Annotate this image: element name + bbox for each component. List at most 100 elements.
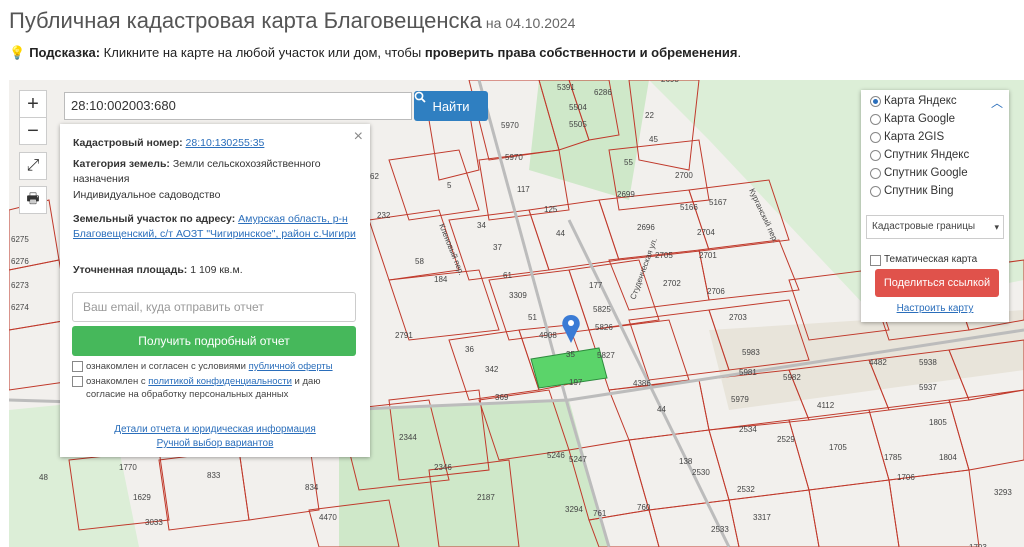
parcel-number-label: 5938 [919, 358, 937, 367]
parcel-number-label: 5166 [680, 203, 698, 212]
parcel-number-label: 3317 [753, 513, 771, 522]
cadastral-number-link[interactable]: 28:10:130255:35 [186, 137, 265, 149]
privacy-consent-checkbox[interactable]: ознакомлен с политикой конфиденциальност… [72, 375, 358, 401]
manual-select-link[interactable]: Ручной выбор вариантов [60, 438, 370, 449]
details-link[interactable]: Детали отчета и юридическая информация [60, 424, 370, 435]
parcel-number-label: 1706 [897, 473, 915, 482]
parcel-number-label: 6275 [11, 235, 29, 244]
parcel-number-label: 6276 [11, 257, 29, 266]
chevron-up-icon[interactable]: ︿ [991, 94, 1003, 111]
layer-option-yandex-satellite[interactable]: Спутник Яндекс [870, 147, 969, 164]
parcel-number-label: 834 [305, 483, 319, 492]
parcel-number-label: 4386 [633, 379, 651, 388]
parcel-number-label: 1629 [133, 493, 151, 502]
parcel-number-label: 1770 [119, 463, 137, 472]
parcel-number-label: 5167 [709, 198, 727, 207]
parcel-number-label: 2700 [675, 171, 693, 180]
parcel-number-label: 6286 [594, 88, 612, 97]
offer-link[interactable]: публичной оферты [249, 361, 333, 372]
parcel-number-label: 6274 [11, 303, 29, 312]
parcel-number-label: 34 [477, 221, 486, 230]
checkbox-icon[interactable] [72, 361, 83, 372]
parcel-number-label: 37 [493, 243, 502, 252]
print-icon[interactable]: 🖶 [19, 186, 47, 214]
parcel-number-label: 5827 [597, 351, 615, 360]
parcel-number-label: 4112 [817, 401, 835, 410]
radio-icon[interactable] [870, 186, 881, 197]
email-field[interactable]: Ваш email, куда отправить отчет [72, 292, 356, 322]
offer-consent-checkbox[interactable]: ознакомлен и согласен с условиями публич… [72, 360, 333, 373]
parcel-number-label: 5505 [569, 120, 587, 129]
parcel-number-label: 5970 [501, 121, 519, 130]
get-report-button[interactable]: Получить подробный отчет [72, 326, 356, 356]
radio-icon[interactable] [870, 168, 881, 179]
parcel-number-label: 2791 [395, 331, 413, 340]
parcel-number-label: 1703 [969, 543, 987, 547]
checkbox-icon[interactable] [72, 376, 83, 387]
parcel-number-label: 4908 [539, 331, 557, 340]
parcel-number-label: 4482 [869, 358, 887, 367]
overlay-select[interactable]: Кадастровые границы ▾ [866, 215, 1004, 239]
search-icon [414, 91, 426, 103]
parcel-number-label: 5504 [569, 103, 587, 112]
parcel-number-label: 833 [207, 471, 221, 480]
thematic-map-checkbox[interactable]: Тематическая карта [870, 254, 977, 266]
parcel-number-label: 2701 [699, 251, 717, 260]
search-button[interactable]: Найти [414, 91, 488, 121]
checkbox-icon[interactable] [870, 255, 881, 266]
parcel-number-label: 2344 [399, 433, 417, 442]
parcel-number-label: 2696 [637, 223, 655, 232]
fullscreen-icon[interactable]: ⤢ [19, 152, 47, 180]
parcel-number-label: 5826 [595, 323, 613, 332]
page-date: на 04.10.2024 [485, 15, 576, 31]
parcel-number-label: 2702 [663, 279, 681, 288]
radio-icon[interactable] [870, 114, 881, 125]
parcel-number-label: 3293 [994, 488, 1012, 497]
map-layer-panel: ︿ Карта Яндекс Карта Google Карта 2GIS С… [861, 90, 1009, 322]
hint-text: Кликните на карте на любой участок или д… [100, 45, 425, 60]
parcel-number-label: 51 [528, 313, 537, 322]
parcel-number-label: 3309 [509, 291, 527, 300]
layer-option-google-satellite[interactable]: Спутник Google [870, 165, 968, 182]
land-category-row: Категория земель: Земли сельскохозяйстве… [73, 158, 321, 185]
parcel-number-label: 2532 [737, 485, 755, 494]
radio-icon[interactable] [870, 150, 881, 161]
parcel-number-label: 5246 [547, 451, 565, 460]
parcel-number-label: 2705 [655, 251, 673, 260]
parcel-number-label: 5982 [783, 373, 801, 382]
radio-icon[interactable] [870, 132, 881, 143]
land-use-row: Индивидуальное садоводство [73, 189, 221, 201]
cadastral-map[interactable]: 5391550455056286597059702245269355270051… [9, 80, 1024, 547]
privacy-link[interactable]: политикой конфиденциальности [148, 376, 292, 387]
parcel-number-label: 197 [569, 378, 583, 387]
layer-option-yandex-map[interactable]: Карта Яндекс [870, 93, 957, 110]
parcel-number-label: 138 [679, 457, 693, 466]
parcel-number-label: 1785 [884, 453, 902, 462]
zoom-in-button[interactable]: + [19, 90, 47, 118]
layer-option-bing-satellite[interactable]: Спутник Bing [870, 183, 954, 200]
parcel-number-label: 232 [377, 211, 391, 220]
lightbulb-icon: 💡 [9, 45, 26, 60]
parcel-number-label: 2346 [434, 463, 452, 472]
parcel-number-label: 2703 [729, 313, 747, 322]
parcel-number-label: 177 [589, 281, 603, 290]
zoom-out-button[interactable]: − [19, 117, 47, 145]
parcel-number-label: 5937 [919, 383, 937, 392]
parcel-number-label: 5 [447, 181, 452, 190]
parcel-number-label: 62 [370, 172, 379, 181]
parcel-number-label: 761 [593, 509, 607, 518]
search-input[interactable]: 28:10:002003:680 [64, 92, 412, 120]
layer-option-google-map[interactable]: Карта Google [870, 111, 955, 128]
parcel-number-label: 342 [485, 365, 499, 374]
radio-icon[interactable] [870, 96, 881, 107]
parcel-number-label: 117 [517, 185, 530, 194]
page-title: Публичная кадастровая карта Благовещенск… [9, 8, 576, 33]
parcel-number-label: 5983 [742, 348, 760, 357]
configure-map-link[interactable]: Настроить карту [861, 303, 1009, 314]
parcel-number-label: 6273 [11, 281, 29, 290]
parcel-number-label: 2704 [697, 228, 715, 237]
parcel-number-label: 3033 [145, 518, 163, 527]
share-link-button[interactable]: Поделиться ссылкой [875, 269, 999, 297]
parcel-number-label: 2699 [617, 190, 635, 199]
layer-option-2gis-map[interactable]: Карта 2GIS [870, 129, 944, 146]
